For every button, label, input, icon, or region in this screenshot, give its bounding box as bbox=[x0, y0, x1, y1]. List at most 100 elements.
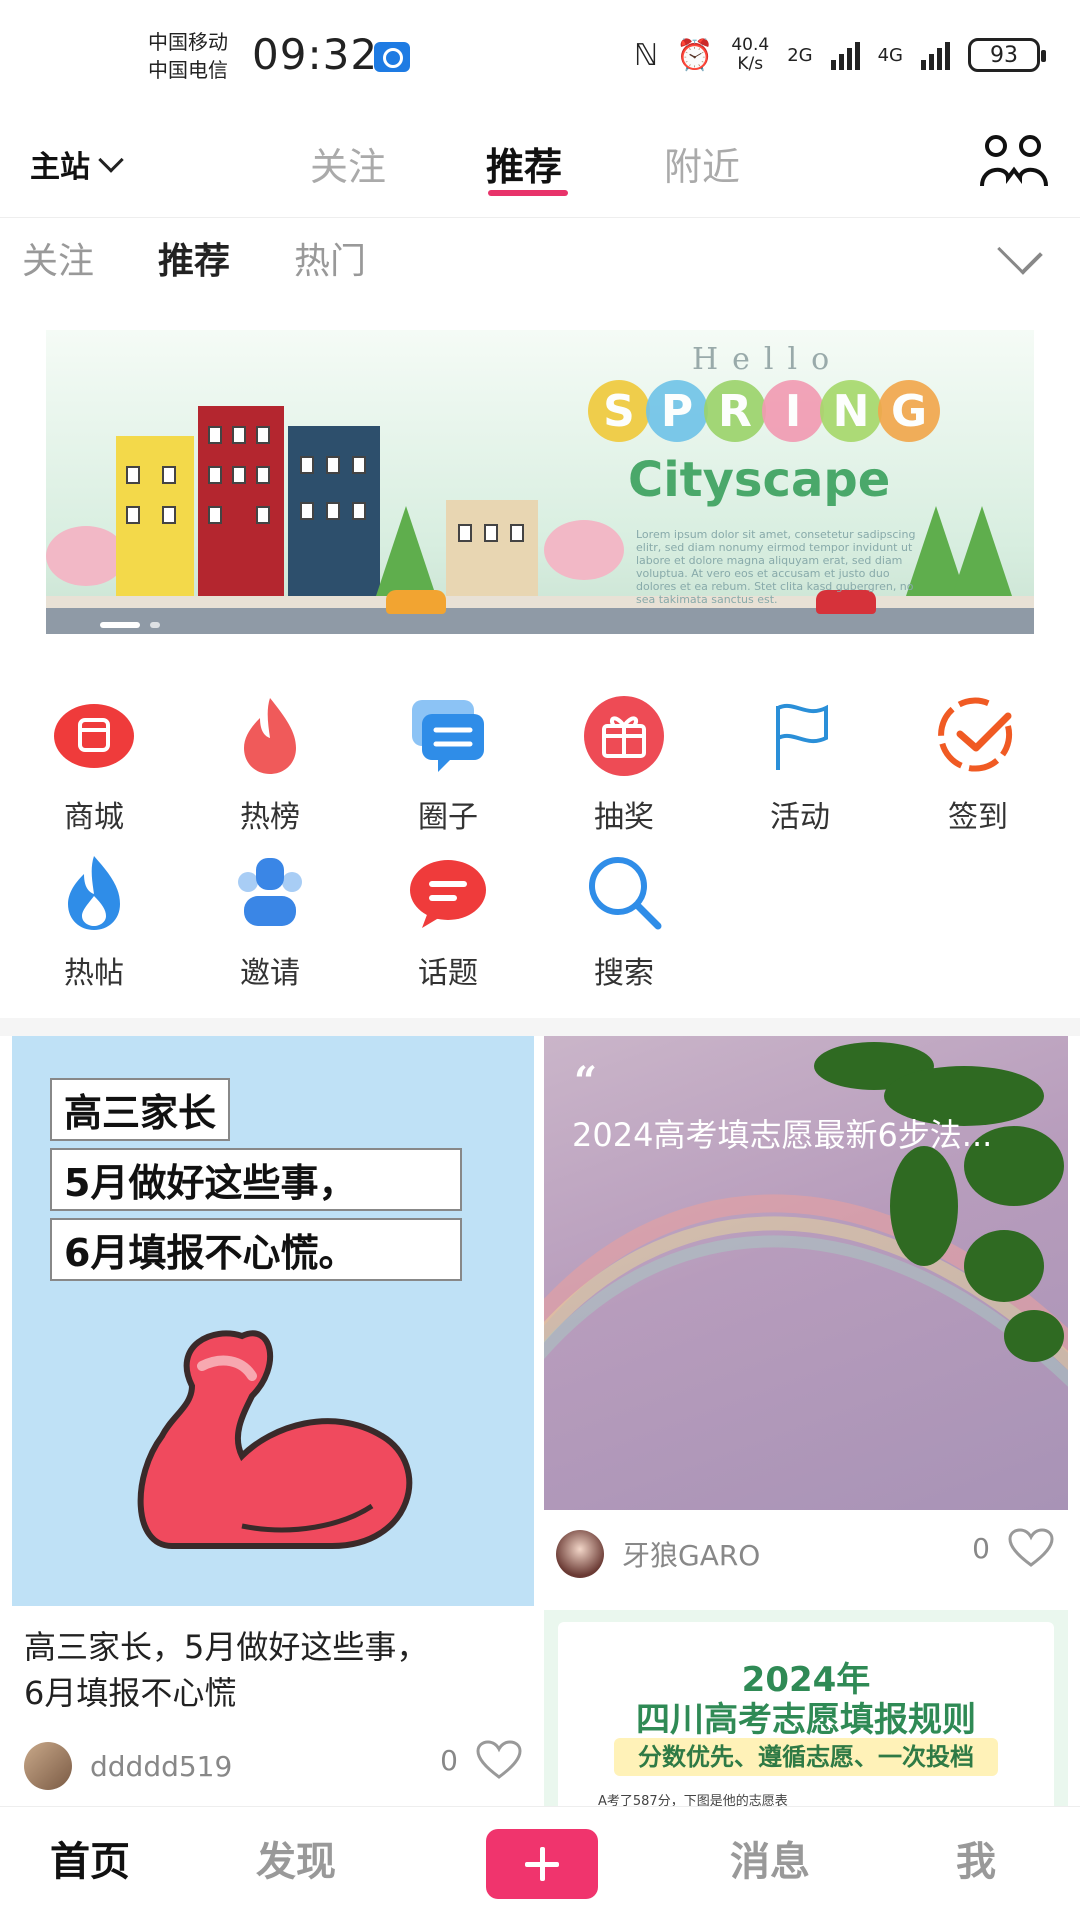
menu-hot-posts[interactable]: 热帖 bbox=[14, 852, 174, 992]
carrier-labels: 中国移动 中国电信 bbox=[148, 28, 228, 84]
menu-checkin[interactable]: 签到 bbox=[898, 696, 1058, 836]
quote-mark: “ bbox=[574, 1058, 598, 1105]
network-speed-value: 40.4 bbox=[731, 35, 770, 55]
author-name: 牙狼GARO bbox=[622, 1539, 761, 1572]
active-tab-indicator bbox=[488, 190, 568, 196]
post-title-line-2: 6月填报不心慌 bbox=[24, 1674, 237, 1712]
subtab-recommend[interactable]: 推荐 bbox=[158, 232, 230, 284]
menu-label: 热帖 bbox=[64, 956, 124, 991]
banner-building-cottage bbox=[446, 500, 538, 596]
topic-icon bbox=[410, 860, 486, 928]
avatar[interactable] bbox=[556, 1530, 604, 1578]
post-title-line-1: 高三家长，5月做好这些事， bbox=[24, 1628, 429, 1666]
post-image: 2024年 四川高考志愿填报规则 分数优先、遵循志愿、一次投档 A考了587分，… bbox=[558, 1622, 1054, 1822]
poster-line-2: 5月做好这些事， bbox=[50, 1148, 462, 1211]
banner-spring-letter: P bbox=[646, 380, 708, 442]
shop-icon bbox=[54, 704, 134, 768]
site-selector[interactable]: 主站 bbox=[30, 142, 124, 186]
rainbow-image bbox=[544, 1042, 1068, 1387]
network-2g-label: 2G bbox=[787, 44, 813, 66]
post-likes[interactable]: 0 bbox=[972, 1528, 1054, 1568]
menu-shop[interactable]: 商城 bbox=[14, 696, 174, 836]
section-divider bbox=[0, 1018, 1080, 1036]
menu-label: 话题 bbox=[418, 956, 478, 991]
nav-home[interactable]: 首页 bbox=[50, 1829, 130, 1887]
banner-spring-letter: I bbox=[762, 380, 824, 442]
like-count: 0 bbox=[440, 1743, 458, 1777]
menu-circles[interactable]: 圈子 bbox=[368, 696, 528, 836]
post-likes[interactable]: 0 bbox=[440, 1740, 522, 1780]
menu-label: 活动 bbox=[770, 800, 830, 835]
post-author[interactable]: 牙狼GARO bbox=[556, 1530, 760, 1578]
banner-tree-right-2 bbox=[952, 506, 1012, 596]
banner-building-yellow bbox=[116, 436, 194, 596]
post-author[interactable]: ddddd519 bbox=[24, 1742, 232, 1790]
avatar[interactable] bbox=[24, 1742, 72, 1790]
network-speed: 40.4 K/s bbox=[731, 36, 769, 74]
signal-4g-icon bbox=[921, 40, 950, 70]
invite-people-icon bbox=[238, 858, 302, 926]
tab-nearby[interactable]: 附近 bbox=[664, 136, 740, 191]
banner-blossom-tree-right bbox=[544, 520, 624, 580]
menu-activity[interactable]: 活动 bbox=[720, 696, 880, 836]
flame-icon bbox=[244, 698, 296, 774]
post-card-left[interactable]: 高三家长 5月做好这些事， 6月填报不心慌。 高三家长，5月做好这些事， 6月填… bbox=[12, 1036, 534, 1806]
poster-line-3: 6月填报不心慌。 bbox=[50, 1218, 462, 1281]
battery-level: 93 bbox=[990, 42, 1018, 68]
nav-me[interactable]: 我 bbox=[956, 1829, 996, 1887]
menu-label: 热榜 bbox=[240, 800, 300, 835]
heart-icon[interactable] bbox=[476, 1740, 522, 1780]
menu-lottery[interactable]: 抽奖 bbox=[544, 696, 704, 836]
banner-car-orange bbox=[386, 590, 446, 614]
banner-building-navy bbox=[288, 426, 380, 596]
flag-icon bbox=[776, 704, 828, 770]
battery-icon: 93 bbox=[968, 38, 1046, 72]
people-icon[interactable] bbox=[978, 132, 1050, 192]
banner-carousel[interactable]: Hello S P R I N G Cityscape Lorem ipsum … bbox=[46, 330, 1034, 634]
banner-spring-letter: N bbox=[820, 380, 882, 442]
carrier-1: 中国移动 bbox=[148, 30, 228, 54]
heart-icon[interactable] bbox=[1008, 1528, 1054, 1568]
sub-tabs: 关注 推荐 热门 bbox=[0, 229, 1080, 292]
post-card-right-2[interactable]: 2024年 四川高考志愿填报规则 分数优先、遵循志愿、一次投档 A考了587分，… bbox=[544, 1610, 1068, 1822]
menu-topic[interactable]: 话题 bbox=[368, 852, 528, 992]
nav-discover[interactable]: 发现 bbox=[256, 1829, 336, 1887]
banner-road bbox=[46, 608, 1034, 634]
menu-label: 邀请 bbox=[240, 956, 300, 991]
nav-messages[interactable]: 消息 bbox=[730, 1829, 810, 1887]
subtab-hot[interactable]: 热门 bbox=[294, 232, 366, 284]
banner-cityscape: Cityscape bbox=[628, 452, 891, 508]
flexed-arm-icon bbox=[137, 1330, 413, 1549]
menu-label: 商城 bbox=[64, 800, 124, 835]
network-speed-unit: K/s bbox=[737, 54, 764, 74]
tab-follow[interactable]: 关注 bbox=[310, 136, 386, 191]
network-4g-label: 4G bbox=[877, 44, 903, 66]
subtab-follow[interactable]: 关注 bbox=[22, 232, 94, 284]
expand-chevron-icon[interactable] bbox=[997, 229, 1043, 275]
chat-bubbles-icon bbox=[412, 700, 484, 772]
menu-search[interactable]: 搜索 bbox=[544, 852, 704, 992]
banner-spring-letter: R bbox=[704, 380, 766, 442]
post-image: 高三家长 5月做好这些事， 6月填报不心慌。 bbox=[12, 1036, 534, 1606]
site-selector-label: 主站 bbox=[30, 150, 90, 185]
banner-spring-letter: G bbox=[878, 380, 940, 442]
status-bar: 中国移动 中国电信 09:32 ℕ ⏰ 40.4 K/s 2G 4G 93 bbox=[0, 0, 1080, 110]
create-post-button[interactable] bbox=[486, 1829, 598, 1899]
search-icon bbox=[589, 857, 662, 930]
tab-recommend[interactable]: 推荐 bbox=[486, 136, 562, 191]
menu-hot-list[interactable]: 热榜 bbox=[190, 696, 350, 836]
signal-2g-icon bbox=[830, 40, 860, 70]
system-icons: ℕ ⏰ 40.4 K/s 2G 4G 93 bbox=[633, 36, 1046, 74]
poster-line-1: 高三家长 bbox=[50, 1078, 231, 1141]
post-image: “ 2024高考填志愿最新6步法... bbox=[544, 1036, 1068, 1510]
banner-spring: S P R I N G bbox=[588, 380, 940, 442]
banner-blossom-tree bbox=[46, 526, 126, 586]
like-count: 0 bbox=[972, 1531, 990, 1565]
nfc-icon: ℕ bbox=[633, 37, 658, 73]
author-name: ddddd519 bbox=[90, 1749, 233, 1783]
menu-invite[interactable]: 邀请 bbox=[190, 852, 350, 992]
notification-app-icon bbox=[374, 42, 410, 72]
chevron-down-icon bbox=[98, 147, 124, 173]
menu-label: 抽奖 bbox=[594, 800, 654, 835]
post-card-right[interactable]: “ 2024高考填志愿最新6步法... 牙狼GARO 0 bbox=[544, 1036, 1068, 1596]
